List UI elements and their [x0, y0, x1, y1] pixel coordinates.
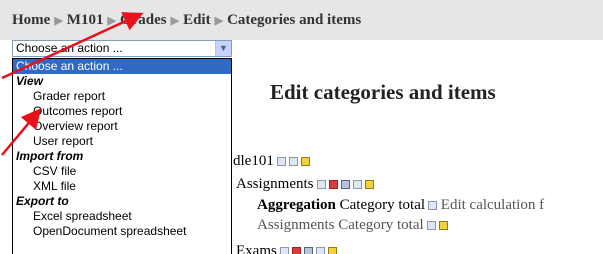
breadcrumb-home[interactable]: Home: [12, 12, 50, 28]
delete-icon[interactable]: [328, 180, 338, 190]
tree-row-exams: Exams: [236, 243, 337, 254]
lock-icon[interactable]: [364, 180, 374, 190]
course-name-fragment: dle101: [233, 153, 274, 169]
dropdown-option-user-report[interactable]: User report: [13, 134, 231, 149]
dropdown-option-outcomes-report[interactable]: Outcomes report: [13, 104, 231, 119]
move-icon[interactable]: [303, 247, 313, 254]
dropdown-option-excel-spreadsheet[interactable]: Excel spreadsheet: [13, 209, 231, 224]
chevron-down-icon[interactable]: ▼: [215, 41, 231, 56]
dropdown-option-grader-report[interactable]: Grader report: [13, 89, 231, 104]
breadcrumb-separator-icon: ▶: [170, 15, 180, 27]
action-select-value: Choose an action ...: [16, 41, 123, 55]
breadcrumb-grades[interactable]: Grades: [120, 12, 167, 28]
page-title: Edit categories and items: [270, 80, 496, 104]
breadcrumb-separator-icon: ▶: [214, 15, 224, 27]
navbar: Home ▶ M101 ▶ Grades ▶ Edit ▶ Categories and ite…: [0, 0, 603, 40]
lock-icon[interactable]: [300, 157, 310, 167]
tree-row-category-total: Assignments Category total: [257, 217, 448, 234]
delete-icon[interactable]: [291, 247, 301, 254]
edit-calculation-link[interactable]: Edit calculation f: [441, 197, 544, 213]
tree-row-course: dle101: [233, 153, 310, 170]
hide-icon[interactable]: [352, 180, 362, 190]
breadcrumb-edit[interactable]: Edit: [183, 12, 211, 28]
breadcrumb-course[interactable]: M101: [67, 12, 104, 28]
assignments-category-total: Assignments Category total: [257, 217, 424, 233]
dropdown-option-xml-file[interactable]: XML file: [13, 179, 231, 194]
lock-icon[interactable]: [438, 221, 448, 231]
edit-icon[interactable]: [279, 247, 289, 254]
dropdown-option-overview-report[interactable]: Overview report: [13, 119, 231, 134]
lock-icon[interactable]: [327, 247, 337, 254]
dropdown-group-view: View: [16, 74, 43, 88]
breadcrumb-current: Categories and items: [227, 12, 362, 28]
exams-category-name: Exams: [236, 243, 277, 254]
screenshot-root: Home ▶ M101 ▶ Grades ▶ Edit ▶ Categories and ite…: [0, 0, 603, 254]
hide-icon[interactable]: [288, 157, 298, 167]
breadcrumb-separator-icon: ▶: [107, 15, 116, 27]
edit-icon[interactable]: [316, 180, 326, 190]
breadcrumb: Home ▶ M101 ▶ Grades ▶ Edit ▶ Categories and ite…: [12, 12, 361, 29]
dropdown-option-choose[interactable]: Choose an action ...: [13, 59, 231, 74]
move-icon[interactable]: [340, 180, 350, 190]
calculator-icon[interactable]: [428, 201, 438, 211]
assignments-category-name: Assignments: [236, 176, 314, 192]
category-total-label: Category total: [339, 197, 426, 213]
hide-icon[interactable]: [426, 221, 436, 231]
aggregation-label: Aggregation: [257, 197, 336, 213]
tree-row-aggregation: Aggregation Category total Edit calculat…: [257, 197, 544, 214]
dropdown-option-opendocument-spreadsheet[interactable]: OpenDocument spreadsheet: [13, 224, 231, 239]
action-dropdown-list: Choose an action ... View Grader report …: [12, 58, 232, 254]
tree-row-assignments: Assignments: [236, 176, 374, 193]
action-select[interactable]: Choose an action ... ▼: [12, 40, 232, 57]
edit-icon[interactable]: [276, 157, 286, 167]
dropdown-option-csv-file[interactable]: CSV file: [13, 164, 231, 179]
dropdown-group-export: Export to: [16, 194, 69, 208]
breadcrumb-separator-icon: ▶: [54, 15, 63, 27]
hide-icon[interactable]: [315, 247, 325, 254]
dropdown-group-import: Import from: [16, 149, 84, 163]
